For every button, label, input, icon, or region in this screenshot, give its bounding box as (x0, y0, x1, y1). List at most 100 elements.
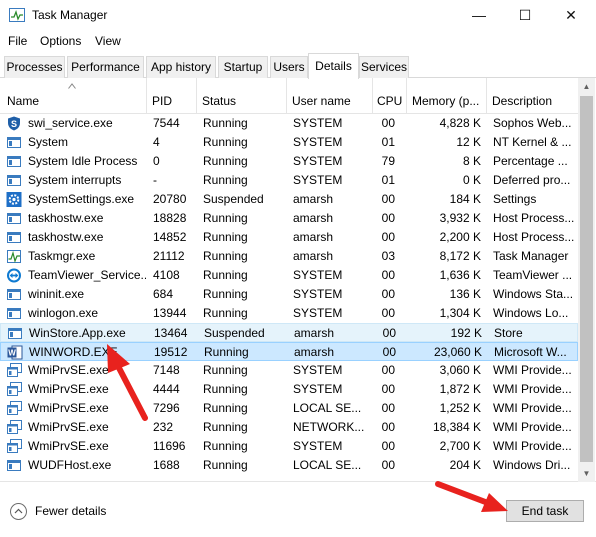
minimize-button[interactable]: — (456, 0, 502, 30)
task-manager-icon (6, 249, 22, 264)
cell-status: Running (203, 230, 248, 244)
cell-status: Running (203, 439, 248, 453)
cell-cpu: 00 (381, 211, 395, 225)
cell-desc: Microsoft W... (494, 345, 567, 359)
tab-services[interactable]: Services (359, 56, 409, 78)
scroll-up-arrow[interactable]: ▲ (578, 78, 595, 95)
cell-name: WmiPrvSE.exe (28, 382, 109, 396)
cell-pid: 7296 (153, 401, 180, 415)
tab-details[interactable]: Details (308, 53, 359, 79)
footer-bar: Fewer details End task (0, 482, 596, 537)
menu-options[interactable]: Options (40, 34, 81, 48)
cell-status: Running (203, 116, 248, 130)
cell-mem: 0 K (462, 173, 481, 187)
table-row[interactable]: Taskmgr.exe 21112 Running amarsh 03 8,172 K Ta… (0, 247, 578, 266)
cell-name: WmiPrvSE.exe (28, 363, 109, 377)
cell-user: amarsh (293, 211, 334, 225)
table-row[interactable]: WmiPrvSE.exe 7296 Running LOCAL SE... 00 1,25… (0, 399, 578, 418)
cell-cpu: 00 (381, 382, 395, 396)
table-row[interactable]: WmiPrvSE.exe 11696 Running SYSTEM 00 2,700 K W… (0, 437, 578, 456)
task-manager-app-icon (9, 8, 25, 22)
table-row[interactable]: WmiPrvSE.exe 232 Running NETWORK... 00 18,384… (0, 418, 578, 437)
tab-users[interactable]: Users (270, 56, 308, 78)
cell-user: amarsh (294, 345, 335, 359)
table-row[interactable]: System 4 Running SYSTEM 01 12 K NT Kernel & ..… (0, 133, 578, 152)
cell-mem: 4,828 K (439, 116, 481, 130)
cell-cpu: 00 (381, 230, 395, 244)
cell-user: LOCAL SE... (293, 458, 362, 472)
cell-desc: WMI Provide... (493, 382, 572, 396)
table-row[interactable]: WUDFHost.exe 1688 Running LOCAL SE... 00 204 … (0, 456, 578, 475)
table-row[interactable]: winlogon.exe 13944 Running SYSTEM 00 1,304 K W… (0, 304, 578, 323)
tab-strip: Processes Performance App history Startu… (0, 52, 596, 79)
table-row[interactable]: WmiPrvSE.exe 7148 Running SYSTEM 00 3,060 K WM… (0, 361, 578, 380)
cell-desc: Deferred pro... (493, 173, 571, 187)
shield-icon: S (6, 116, 22, 131)
end-task-button[interactable]: End task (506, 500, 584, 522)
table-row[interactable]: WinStore.App.exe 13464 Suspended amarsh 00 19… (0, 323, 578, 342)
cell-desc: Settings (493, 192, 537, 206)
menu-view[interactable]: View (95, 34, 121, 48)
scroll-thumb[interactable] (580, 96, 593, 462)
column-header-user-name[interactable]: User name (287, 78, 373, 114)
cell-pid: - (153, 173, 157, 187)
menu-file[interactable]: File (8, 34, 27, 48)
table-row[interactable]: TeamViewer_Service.... 4108 Running SYSTEM 0… (0, 266, 578, 285)
vertical-scrollbar[interactable]: ▲ ▼ (578, 78, 595, 482)
tab-app-history[interactable]: App history (146, 56, 216, 78)
sort-ascending-icon (68, 83, 76, 89)
app-window-icon (6, 154, 22, 169)
cell-desc: WMI Provide... (493, 439, 572, 453)
cell-status: Running (203, 420, 248, 434)
app-window-icon (6, 287, 22, 302)
fewer-details-link[interactable]: Fewer details (35, 504, 106, 518)
cell-user: SYSTEM (293, 268, 343, 282)
cell-user: SYSTEM (293, 439, 343, 453)
close-button[interactable]: ✕ (548, 0, 594, 30)
cell-user: SYSTEM (293, 363, 343, 377)
table-row[interactable]: Sswi_service.exe 7544 Running SYSTEM 00 4,828… (0, 114, 578, 133)
table-row[interactable]: wininit.exe 684 Running SYSTEM 00 136 K Window… (0, 285, 578, 304)
table-row[interactable]: System Idle Process 0 Running SYSTEM 79 8 K Pe… (0, 152, 578, 171)
column-header-name[interactable]: Name (0, 78, 147, 114)
chevron-up-circle-icon[interactable] (10, 503, 27, 520)
cell-user: SYSTEM (293, 116, 343, 130)
cell-pid: 13464 (154, 326, 188, 340)
column-header-description[interactable]: Description (487, 78, 578, 114)
cell-status: Running (203, 173, 248, 187)
table-row[interactable]: WmiPrvSE.exe 4444 Running SYSTEM 00 1,872 K WM… (0, 380, 578, 399)
svg-text:S: S (11, 119, 17, 129)
column-header-memory[interactable]: Memory (p... (407, 78, 487, 114)
column-header-cpu[interactable]: CPU (373, 78, 407, 114)
cell-name: swi_service.exe (28, 116, 113, 130)
cell-desc: Store (494, 326, 523, 340)
cell-name: WmiPrvSE.exe (28, 439, 109, 453)
tab-performance[interactable]: Performance (67, 56, 144, 78)
cell-mem: 1,304 K (439, 306, 481, 320)
maximize-button[interactable]: ☐ (502, 0, 548, 30)
cell-name: WmiPrvSE.exe (28, 401, 109, 415)
table-row[interactable]: taskhostw.exe 18828 Running amarsh 00 3,932 K… (0, 209, 578, 228)
cell-user: SYSTEM (293, 173, 343, 187)
app-window-icon (6, 135, 22, 150)
wmi-icon (6, 401, 22, 416)
cell-status: Running (203, 306, 248, 320)
scroll-down-arrow[interactable]: ▼ (578, 465, 595, 482)
table-row[interactable]: taskhostw.exe 14852 Running amarsh 00 2,200 K… (0, 228, 578, 247)
table-row[interactable]: W WINWORD.EXE 19512 Running amarsh 00 23,060 K… (0, 342, 578, 361)
column-header-status[interactable]: Status (197, 78, 287, 114)
cell-cpu: 00 (382, 345, 396, 359)
tab-processes[interactable]: Processes (4, 56, 65, 78)
table-row[interactable]: System interrupts - Running SYSTEM 01 0 K Defe… (0, 171, 578, 190)
tab-startup[interactable]: Startup (218, 56, 268, 78)
cell-name: System interrupts (28, 173, 122, 187)
column-header-pid[interactable]: PID (147, 78, 197, 114)
cell-mem: 204 K (449, 458, 481, 472)
cell-desc: NT Kernel & ... (493, 135, 572, 149)
table-header: Name PID Status User name CPU Memory (p.… (0, 78, 578, 114)
cell-desc: TeamViewer ... (493, 268, 573, 282)
cell-mem: 18,384 K (432, 420, 481, 434)
cell-status: Running (203, 249, 248, 263)
table-row[interactable]: SystemSettings.exe 20780 Suspended amarsh 00… (0, 190, 578, 209)
menu-bar: File Options View (0, 30, 596, 52)
